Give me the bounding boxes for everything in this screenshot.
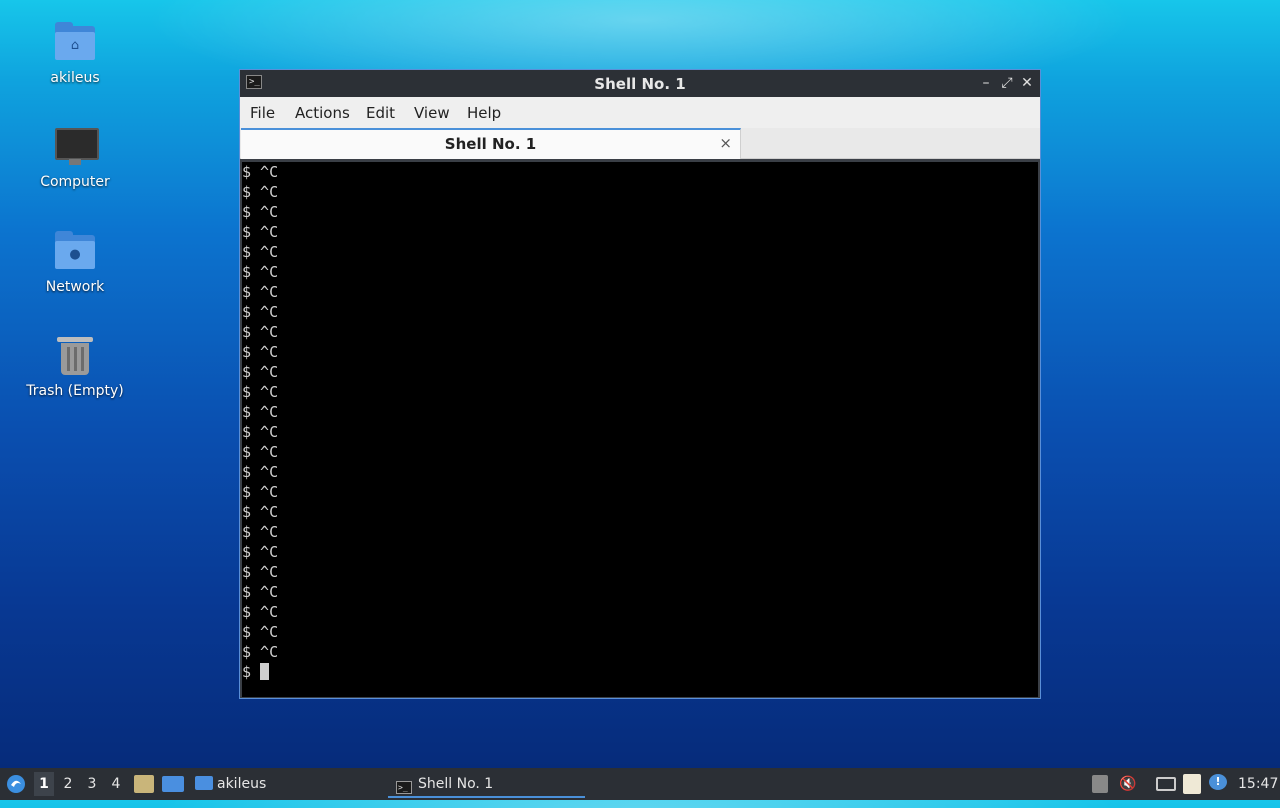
terminal-line: $ ^C	[242, 383, 279, 401]
menu-edit[interactable]: Edit	[366, 104, 395, 122]
desktop-icon-label: Computer	[40, 174, 110, 190]
terminal-window: >_ Shell No. 1 – ⤢ ✕ File Actions Edit V…	[239, 69, 1041, 699]
home-folder-icon: ⌂	[51, 18, 99, 66]
terminal-line: $ ^C	[242, 443, 279, 461]
menu-view[interactable]: View	[414, 104, 450, 122]
workspace-1[interactable]: 1	[34, 772, 54, 796]
desktop-icon-label: Network	[45, 279, 105, 295]
terminal-line: $ ^C	[242, 563, 279, 581]
maximize-icon[interactable]: ⤢	[997, 73, 1017, 93]
volume-muted-icon[interactable]: 🔇	[1119, 776, 1137, 792]
menubar: File Actions Edit View Help	[240, 97, 1040, 128]
desktop-icon-network[interactable]: ● Network	[20, 227, 130, 295]
terminal-line: $ ^C	[242, 243, 279, 261]
task-folder-akileus[interactable]: akileus	[195, 768, 266, 798]
tab-bar: Shell No. 1 ×	[240, 128, 1040, 159]
terminal-line: $ ^C	[242, 603, 279, 621]
show-desktop-icon[interactable]	[162, 776, 184, 792]
network-icon[interactable]	[1156, 777, 1176, 791]
terminal-line: $ ^C	[242, 283, 279, 301]
trash-icon	[51, 331, 99, 379]
terminal-line: $ ^C	[242, 503, 279, 521]
terminal-line: $ ^C	[242, 543, 279, 561]
terminal-line: $ ^C	[242, 363, 279, 381]
clock[interactable]: 15:47	[1238, 768, 1278, 800]
taskbar: 1 2 3 4 akileus >_ Shell No. 1 🔇 ! 15:47	[0, 768, 1280, 800]
terminal-line: $ ^C	[242, 223, 279, 241]
task-label: akileus	[217, 776, 267, 792]
terminal-line: $ ^C	[242, 423, 279, 441]
eject-icon[interactable]	[1092, 775, 1108, 793]
terminal-line: $ ^C	[242, 483, 279, 501]
terminal-line: $ ^C	[242, 203, 279, 221]
network-folder-icon: ●	[51, 227, 99, 275]
task-label: Shell No. 1	[418, 776, 494, 792]
terminal-line: $ ^C	[242, 163, 279, 181]
terminal-cursor	[260, 663, 270, 680]
terminal-line: $ ^C	[242, 643, 279, 661]
window-titlebar[interactable]: >_ Shell No. 1 – ⤢ ✕	[240, 70, 1040, 97]
window-title: Shell No. 1	[594, 75, 686, 93]
minimize-icon[interactable]: –	[976, 73, 996, 93]
menu-file[interactable]: File	[250, 104, 275, 122]
tab-close-icon[interactable]: ×	[719, 134, 732, 152]
desktop-icon-label: Trash (Empty)	[26, 383, 124, 399]
desktop-icon-home[interactable]: ⌂ akileus	[20, 18, 130, 86]
terminal-line: $ ^C	[242, 463, 279, 481]
terminal-line: $ ^C	[242, 263, 279, 281]
workspace-2[interactable]: 2	[58, 772, 78, 796]
desktop-icon-computer[interactable]: Computer	[20, 122, 130, 190]
terminal-line: $ ^C	[242, 583, 279, 601]
menu-help[interactable]: Help	[467, 104, 501, 122]
task-shell-1[interactable]: >_ Shell No. 1	[388, 768, 585, 798]
folder-icon	[195, 776, 213, 790]
terminal-area[interactable]: $ ^C $ ^C $ ^C $ ^C $ ^C $ ^C $ ^C $ ^C $ ^C $ ^C…	[242, 162, 1038, 697]
terminal-prompt-line: $	[242, 662, 1038, 682]
terminal-line: $ ^C	[242, 403, 279, 421]
terminal-line: $ ^C	[242, 343, 279, 361]
terminal-prompt: $	[242, 663, 261, 681]
desktop-icon-label: akileus	[50, 70, 100, 86]
clipboard-icon[interactable]	[1183, 774, 1201, 794]
computer-icon	[51, 122, 99, 170]
terminal-line: $ ^C	[242, 523, 279, 541]
tab-label: Shell No. 1	[444, 135, 537, 153]
terminal-line: $ ^C	[242, 323, 279, 341]
workspace-4[interactable]: 4	[106, 772, 126, 796]
notification-icon[interactable]: !	[1209, 774, 1227, 790]
workspace-3[interactable]: 3	[82, 772, 102, 796]
menu-actions[interactable]: Actions	[295, 104, 350, 122]
terminal-line: $ ^C	[242, 183, 279, 201]
terminal-icon: >_	[396, 781, 412, 794]
tab-shell-1[interactable]: Shell No. 1 ×	[241, 128, 741, 159]
terminal-line: $ ^C	[242, 623, 279, 641]
app-menu-icon[interactable]	[5, 772, 27, 796]
close-icon[interactable]: ✕	[1017, 73, 1037, 93]
desktop-icon-trash[interactable]: Trash (Empty)	[20, 331, 130, 399]
terminal-line: $ ^C	[242, 303, 279, 321]
file-manager-launcher-icon[interactable]	[134, 775, 154, 793]
